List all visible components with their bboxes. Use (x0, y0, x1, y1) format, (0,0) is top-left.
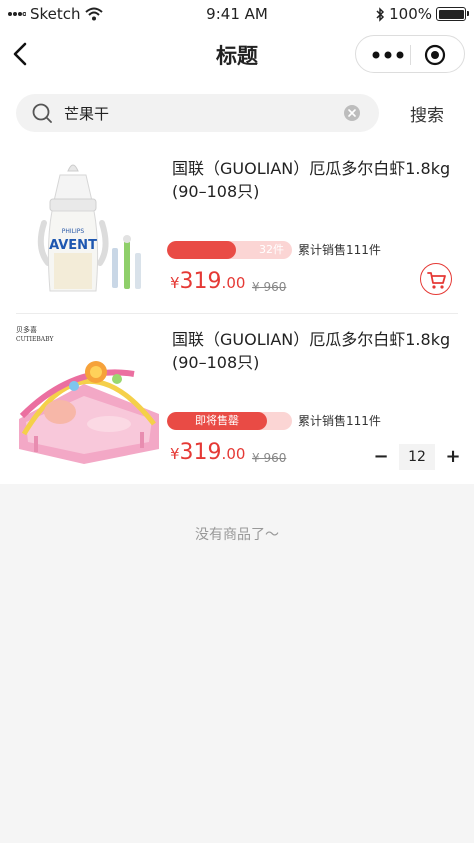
mini-program-capsule (355, 35, 465, 73)
search-bar (16, 94, 379, 132)
bluetooth-icon (376, 6, 385, 22)
close-mini-program-icon[interactable] (424, 44, 446, 66)
quantity-value[interactable]: 12 (399, 444, 435, 470)
product-price: ¥319.00 (170, 269, 245, 294)
image-brand-text: PHILIPS (62, 228, 85, 235)
price-currency: ¥ (170, 274, 180, 292)
image-brand-en-text: CUTIEBABY (16, 336, 54, 343)
battery-percent: 100% (389, 5, 432, 23)
sold-count: 累计销售111件 (298, 243, 381, 257)
search-input[interactable] (64, 94, 344, 132)
sales-progress-label: 即将售罄 (195, 414, 239, 427)
status-bar: Sketch 9:41 AM 100% (0, 0, 474, 30)
price-currency: ¥ (170, 445, 180, 463)
clear-icon[interactable] (344, 105, 360, 121)
sales-progress-bar: 即将售罄 (167, 412, 292, 430)
product-image[interactable]: PHILIPS AVENT (14, 153, 164, 303)
sales-progress-fill (167, 241, 236, 259)
navigation-bar: 标题 (0, 30, 474, 80)
sales-progress-label: 32件 (259, 243, 284, 256)
card-divider (16, 313, 458, 314)
battery-group: 100% (375, 5, 469, 23)
product-title[interactable]: 国联（GUOLIAN）厄瓜多尔白虾1.8kg (90–108只) (172, 328, 464, 374)
price-integer: 319 (179, 269, 222, 294)
quantity-stepper: − 12 + (369, 444, 465, 470)
price-decimal: .00 (221, 445, 246, 463)
increase-quantity-button[interactable]: + (445, 447, 461, 467)
search-button[interactable]: 搜索 (403, 101, 451, 126)
original-price: ¥ 960 (252, 280, 287, 294)
content-area: Sketch 9:41 AM 100% 标题 芒果干 搜索 PHILIPS AV… (0, 0, 474, 484)
original-price: ¥ 960 (252, 451, 287, 465)
price-decimal: .00 (221, 274, 246, 292)
capsule-divider (410, 45, 411, 65)
sold-count: 累计销售111件 (298, 414, 381, 428)
image-subbrand-text: AVENT (49, 238, 97, 253)
product-card[interactable]: 贝多喜 CUTIEBABY 国联（GUOLIAN）厄瓜多尔白虾1.8kg (90… (0, 324, 474, 482)
product-price: ¥319.00 (170, 440, 245, 465)
sales-progress-bar: 32件 (167, 241, 292, 259)
product-title[interactable]: 国联（GUOLIAN）厄瓜多尔白虾1.8kg (90–108只) (172, 157, 464, 203)
search-icon (32, 103, 52, 123)
product-card[interactable]: PHILIPS AVENT 国联（GUOLIAN）厄瓜多尔白虾1.8kg (90… (0, 153, 474, 311)
more-icon[interactable] (368, 45, 408, 65)
battery-icon (436, 7, 469, 21)
decrease-quantity-button[interactable]: − (373, 447, 389, 467)
product-image[interactable]: 贝多喜 CUTIEBABY (14, 324, 164, 474)
price-integer: 319 (179, 440, 222, 465)
image-brand-cn-text: 贝多喜 (16, 325, 37, 334)
cart-icon (427, 272, 446, 289)
no-more-products-text: 没有商品了～ (195, 527, 279, 543)
add-to-cart-button[interactable] (420, 263, 452, 295)
